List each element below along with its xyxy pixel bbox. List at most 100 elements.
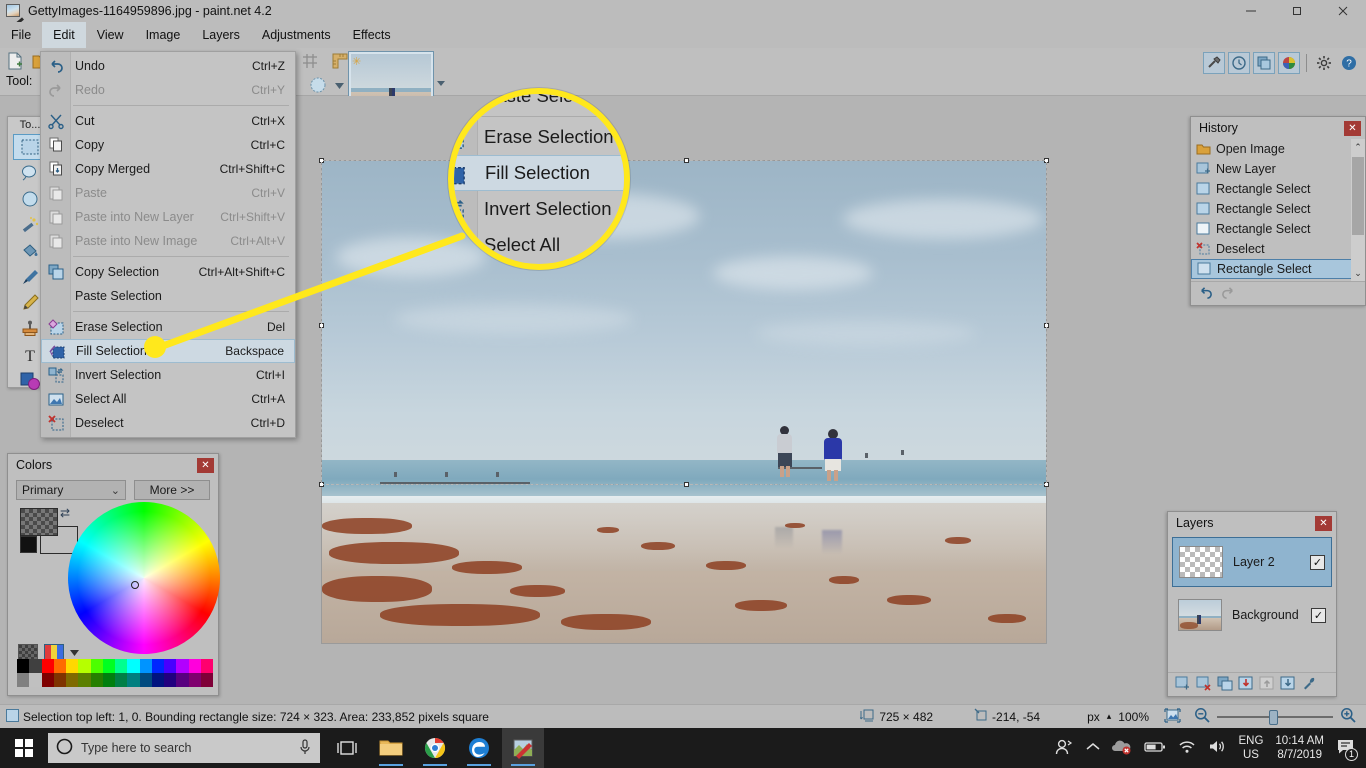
edge-button[interactable]: [458, 728, 500, 768]
units-caret-icon[interactable]: ▴: [1107, 711, 1112, 722]
chevron-down-icon[interactable]: [335, 83, 344, 89]
magnified-item-select-all[interactable]: Select All: [454, 227, 624, 263]
menu-item-copy-selection[interactable]: Copy Selection Ctrl+Alt+Shift+C: [41, 260, 295, 284]
menu-image[interactable]: Image: [135, 22, 192, 48]
menu-view[interactable]: View: [86, 22, 135, 48]
history-scrollbar[interactable]: ⌃ ⌄: [1351, 139, 1365, 281]
show-hidden-icons-icon[interactable]: [1086, 742, 1100, 755]
color-channel-select[interactable]: Primary ⌄: [16, 480, 126, 500]
history-redo-button[interactable]: [1220, 285, 1237, 303]
menu-item-paste-into-new-layer[interactable]: Paste into New Layer Ctrl+Shift+V: [41, 205, 295, 229]
grid-icon[interactable]: [300, 51, 322, 73]
menu-item-copy-merged[interactable]: Copy Merged Ctrl+Shift+C: [41, 157, 295, 181]
menu-layers[interactable]: Layers: [191, 22, 251, 48]
menu-edit[interactable]: Edit: [42, 22, 86, 48]
onedrive-error-icon[interactable]: [1112, 739, 1132, 758]
notification-icon[interactable]: 1: [1336, 738, 1358, 761]
menu-item-deselect[interactable]: Deselect Ctrl+D: [41, 411, 295, 435]
move-layer-up-button[interactable]: [1259, 676, 1275, 694]
history-toggle-button[interactable]: [1228, 52, 1250, 74]
menu-item-undo[interactable]: Undo Ctrl+Z: [41, 54, 295, 78]
search-input[interactable]: Type here to search: [48, 733, 320, 763]
antialiasing-icon[interactable]: [308, 75, 330, 97]
menu-adjustments[interactable]: Adjustments: [251, 22, 342, 48]
menu-item-invert-selection[interactable]: Invert Selection Ctrl+I: [41, 363, 295, 387]
menu-item-cut[interactable]: Cut Ctrl+X: [41, 109, 295, 133]
history-panel-close-button[interactable]: ✕: [1344, 120, 1361, 136]
tools-toggle-button[interactable]: [1203, 52, 1225, 74]
layers-toggle-button[interactable]: [1253, 52, 1275, 74]
history-item[interactable]: Rectangle Select: [1191, 219, 1365, 239]
colors-panel-close-button[interactable]: ✕: [197, 457, 214, 473]
menu-item-paste[interactable]: Paste Ctrl+V: [41, 181, 295, 205]
new-image-icon[interactable]: [4, 50, 26, 72]
layer-visibility-checkbox[interactable]: ✓: [1311, 607, 1326, 623]
menu-item-copy[interactable]: Copy Ctrl+C: [41, 133, 295, 157]
paintnet-button[interactable]: [502, 728, 544, 768]
primary-color-swatch[interactable]: [20, 508, 58, 536]
windows-start-button[interactable]: [0, 728, 48, 768]
battery-icon[interactable]: [1144, 741, 1166, 756]
history-list[interactable]: Open Image New Layer Rectangle Select Re…: [1191, 139, 1365, 281]
menu-item-paste-selection[interactable]: Paste Selection: [41, 284, 295, 308]
layer-row[interactable]: Background ✓: [1172, 590, 1332, 640]
file-explorer-button[interactable]: [370, 728, 412, 768]
microphone-icon[interactable]: [298, 738, 312, 758]
fit-to-window-icon[interactable]: [1164, 707, 1181, 726]
layers-panel-close-button[interactable]: ✕: [1315, 515, 1332, 531]
units-label[interactable]: px: [1087, 710, 1100, 724]
history-item[interactable]: New Layer: [1191, 159, 1365, 179]
volume-icon[interactable]: [1208, 739, 1226, 757]
history-item[interactable]: Deselect: [1191, 239, 1365, 259]
magnified-item-invert-selection[interactable]: Invert Selection: [454, 191, 624, 227]
maximize-button[interactable]: [1274, 0, 1320, 22]
magnified-item-erase-selection[interactable]: Erase Selection: [454, 119, 624, 155]
history-undo-button[interactable]: [1197, 285, 1214, 303]
colors-toggle-button[interactable]: [1278, 52, 1300, 74]
delete-layer-button[interactable]: [1196, 676, 1212, 694]
reset-colors-swatch[interactable]: [20, 536, 37, 553]
more-colors-button[interactable]: More >>: [134, 480, 210, 500]
move-layer-down-button[interactable]: [1280, 676, 1296, 694]
color-palette-strip[interactable]: [17, 659, 213, 687]
history-item-selected[interactable]: Rectangle Select: [1191, 259, 1365, 279]
add-layer-button[interactable]: [1175, 676, 1191, 694]
question-help-icon[interactable]: ?: [1338, 52, 1360, 74]
thumbnail-dropdown-icon[interactable]: [437, 81, 445, 86]
scrollbar-thumb[interactable]: [1352, 157, 1364, 235]
zoom-slider[interactable]: [1217, 709, 1333, 725]
clock[interactable]: 10:14 AM 8/7/2019: [1275, 734, 1324, 762]
wrench-icon[interactable]: [1301, 676, 1317, 694]
scroll-up-arrow[interactable]: ⌃: [1351, 139, 1365, 155]
people-icon[interactable]: [1054, 738, 1074, 759]
zoom-in-icon[interactable]: [1340, 707, 1356, 726]
zoom-slider-thumb[interactable]: [1269, 709, 1278, 725]
history-item[interactable]: Rectangle Select: [1191, 199, 1365, 219]
layer-visibility-checkbox[interactable]: ✓: [1310, 554, 1325, 570]
duplicate-layer-button[interactable]: [1217, 676, 1233, 694]
chevron-down-icon[interactable]: [70, 649, 79, 656]
gear-icon[interactable]: [1313, 52, 1335, 74]
layer-row-selected[interactable]: Layer 2 ✓: [1172, 537, 1332, 587]
history-item[interactable]: Open Image: [1191, 139, 1365, 159]
close-button[interactable]: [1320, 0, 1366, 22]
minimize-button[interactable]: [1228, 0, 1274, 22]
menu-item-erase-selection[interactable]: Erase Selection Del: [41, 315, 295, 339]
task-view-button[interactable]: [326, 728, 368, 768]
menu-file[interactable]: File: [0, 22, 42, 48]
magnified-item-fill-selection[interactable]: Fill Selection: [454, 155, 624, 191]
history-item[interactable]: Rectangle Select: [1191, 179, 1365, 199]
menu-effects[interactable]: Effects: [342, 22, 402, 48]
swap-colors-icon[interactable]: ⇄: [60, 506, 70, 520]
menu-item-redo[interactable]: Redo Ctrl+Y: [41, 78, 295, 102]
menu-item-paste-into-new-image[interactable]: Paste into New Image Ctrl+Alt+V: [41, 229, 295, 253]
wifi-icon[interactable]: [1178, 740, 1196, 757]
image-canvas[interactable]: [321, 160, 1047, 644]
menu-item-select-all[interactable]: Select All Ctrl+A: [41, 387, 295, 411]
language-indicator[interactable]: ENG US: [1238, 734, 1263, 762]
chrome-button[interactable]: [414, 728, 456, 768]
menu-item-fill-selection[interactable]: Fill Selection Backspace: [41, 339, 295, 363]
merge-layer-down-button[interactable]: [1238, 676, 1254, 694]
zoom-out-icon[interactable]: [1194, 707, 1210, 726]
scroll-down-arrow[interactable]: ⌄: [1351, 265, 1365, 281]
